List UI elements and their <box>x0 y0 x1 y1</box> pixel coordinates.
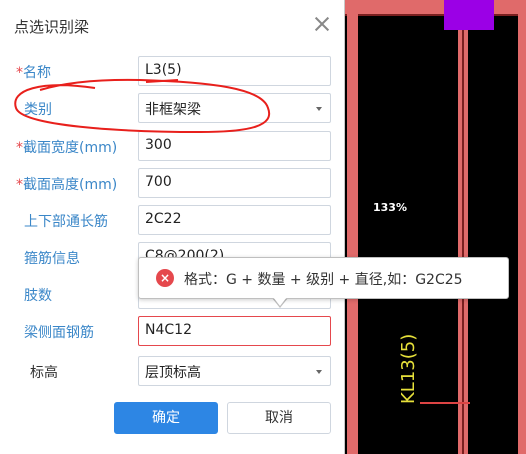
tooltip-text: 格式：G + 数量 + 级别 + 直径,如：G2C25 <box>184 272 463 288</box>
close-icon[interactable] <box>312 14 332 34</box>
elevation-label: 标高 <box>30 365 58 381</box>
elevation-select[interactable]: 层顶标高 <box>138 356 331 386</box>
zoom-level: 133% <box>373 201 407 214</box>
beam-top-edge <box>345 14 526 16</box>
section-width-input[interactable]: 300 <box>138 131 331 161</box>
required-mark: * <box>16 65 23 81</box>
dimension-line <box>420 402 470 404</box>
cancel-button[interactable]: 取消 <box>227 402 331 434</box>
category-row: 类别 非框架梁 <box>0 93 345 123</box>
section-width-row: *截面宽度(mm) 300 <box>0 131 345 161</box>
column-block <box>444 0 494 30</box>
name-input[interactable]: L3(5) <box>138 56 331 86</box>
beam-left <box>347 14 358 454</box>
elevation-row: 标高 层顶标高 <box>0 356 345 386</box>
section-height-label: *截面高度(mm) <box>16 177 118 193</box>
ok-button[interactable]: 确定 <box>114 402 218 434</box>
beam-identify-dialog: 点选识别梁 *名称 L3(5) 类别 非框架梁 *截面宽度(mm) 300 *截… <box>0 0 345 454</box>
name-row: *名称 L3(5) <box>0 56 345 86</box>
section-height-input[interactable]: 700 <box>138 168 331 198</box>
beam-top <box>345 0 526 14</box>
beam-far-right <box>518 0 526 454</box>
through-rebar-label: 上下部通长筋 <box>24 214 108 230</box>
through-rebar-row: 上下部通长筋 2C22 <box>0 205 345 235</box>
side-rebar-row: 梁侧面钢筋 N4C12 <box>0 316 345 346</box>
error-icon: × <box>156 269 174 287</box>
side-rebar-label: 梁侧面钢筋 <box>24 325 94 341</box>
legs-label: 肢数 <box>24 288 52 304</box>
tooltip-arrow-fill <box>273 297 287 306</box>
category-select[interactable]: 非框架梁 <box>138 93 331 123</box>
section-width-label: *截面宽度(mm) <box>16 140 118 156</box>
beam-label: KL13(5) <box>398 333 419 404</box>
category-label: 类别 <box>24 102 52 118</box>
section-height-row: *截面高度(mm) 700 <box>0 168 345 198</box>
stirrup-label: 箍筋信息 <box>24 251 80 267</box>
through-rebar-input[interactable]: 2C22 <box>138 205 331 235</box>
dialog-title: 点选识别梁 <box>14 18 90 36</box>
name-label: *名称 <box>16 65 51 81</box>
side-rebar-input[interactable]: N4C12 <box>138 316 331 346</box>
beam-right-inner <box>462 14 464 454</box>
format-tooltip: × 格式：G + 数量 + 级别 + 直径,如：G2C25 <box>138 257 509 299</box>
